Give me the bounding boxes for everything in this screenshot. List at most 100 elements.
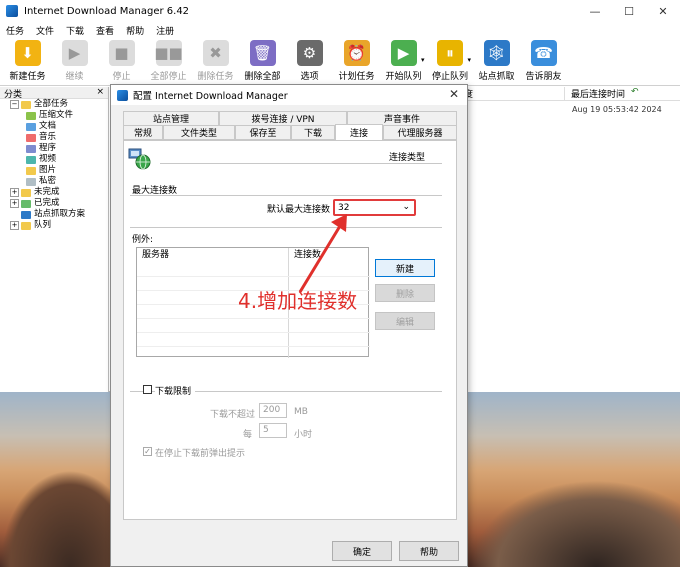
tab-dialup-vpn[interactable]: 拨号连接 / VPN <box>219 111 347 126</box>
table-row <box>137 332 370 333</box>
sidebar-item[interactable]: + 已完成 <box>0 198 108 209</box>
sidebar-title: 分类 <box>4 90 23 100</box>
sidebar-item[interactable]: 站点抓取方案 <box>0 209 108 220</box>
category-sidebar: 分类 × − 全部任务 压缩文件 文档 音乐 程序 视频 图片 私密 + 未完成 + 已完成 站点抓取方案… <box>0 87 109 392</box>
edit-exception-button[interactable]: 编辑 <box>375 312 435 330</box>
toolbar-button-stop-all[interactable]: ■■ 全部停止 <box>145 38 192 82</box>
sidebar-item[interactable]: 程序 <box>0 143 108 154</box>
collapse-icon[interactable]: − <box>10 100 19 109</box>
minimize-icon[interactable]: — <box>578 0 612 22</box>
sidebar-item[interactable]: − 全部任务 <box>0 99 108 110</box>
dropdown-arrow-icon[interactable]: ▾ <box>421 56 425 64</box>
menu-view[interactable]: 查看 <box>96 24 114 37</box>
toolbar-button-delete-all[interactable]: 🗑 删除全部 <box>239 38 286 82</box>
list-col-progress[interactable]: 度 <box>460 87 565 100</box>
every-label: 每 <box>243 430 253 440</box>
sidebar-item[interactable]: 私密 <box>0 176 108 187</box>
expand-icon[interactable]: + <box>10 221 19 230</box>
toolbar-button-label: 告诉朋友 <box>525 72 562 82</box>
toolbar-button-site-grabber[interactable]: 🕸 站点抓取 <box>473 38 520 82</box>
sidebar-item[interactable]: 音乐 <box>0 132 108 143</box>
toolbar-button-label: 站点抓取 <box>478 72 515 82</box>
warn-before-stop-label: 在停止下载前弹出提示 <box>155 449 246 459</box>
dropdown-arrow-icon[interactable]: ▾ <box>468 56 472 64</box>
sidebar-item[interactable]: 文档 <box>0 121 108 132</box>
toolbar-button-label: 计划任务 <box>338 72 375 82</box>
menu-file[interactable]: 文件 <box>36 24 54 37</box>
limit-hours-field[interactable]: 5 <box>259 423 287 438</box>
menu-help[interactable]: 帮助 <box>126 24 144 37</box>
warn-before-stop-checkbox[interactable]: ✓ <box>143 447 152 456</box>
toolbar-button-label: 新建任务 <box>9 72 46 82</box>
download-limit-checkbox[interactable] <box>143 385 152 394</box>
annotation-text: 4.增加连接数 <box>238 289 358 313</box>
expand-icon[interactable]: + <box>10 188 19 197</box>
close-icon[interactable]: ✕ <box>646 0 680 22</box>
toolbar-button-delete-task[interactable]: ✖ 删除任务 <box>192 38 239 82</box>
tab-connection[interactable]: 连接 <box>335 124 383 140</box>
max-connections-select[interactable]: 32 ⌄ <box>333 199 416 216</box>
sidebar-item[interactable]: + 队列 <box>0 220 108 231</box>
list-row-last-connect[interactable]: Aug 19 05:53:42 2024 <box>460 101 680 114</box>
toolbar-button-resume[interactable]: ▶ 继续 <box>51 38 98 82</box>
toolbar-button-stop[interactable]: ■ 停止 <box>98 38 145 82</box>
list-col-last-connect[interactable]: 最后连接时间 <box>565 87 625 100</box>
maximize-icon[interactable]: ☐ <box>612 0 646 22</box>
exceptions-divider <box>130 227 442 228</box>
sidebar-item[interactable]: + 未完成 <box>0 187 108 198</box>
toolbar-button-options-gear[interactable]: ⚙ 选项 <box>286 38 333 82</box>
toolbar-button-add-task[interactable]: ⬇ 新建任务 <box>4 38 51 82</box>
tab-save-to[interactable]: 保存至 <box>235 125 291 140</box>
menu-download[interactable]: 下载 <box>66 24 84 37</box>
toolbar-button-scheduler-clock[interactable]: ⏰ 计划任务 <box>333 38 380 82</box>
table-row <box>137 318 370 319</box>
tab-file-types[interactable]: 文件类型 <box>163 125 235 140</box>
add-task-icon: ⬇ <box>14 40 41 66</box>
toolbar-button-start-queue[interactable]: ▶ 开始队列 <box>380 38 427 82</box>
tab-site-manager[interactable]: 站点管理 <box>123 111 219 126</box>
hours-unit-label: 小时 <box>294 430 313 440</box>
delete-exception-button[interactable]: 删除 <box>375 284 435 302</box>
tell-friend-icon: ☎ <box>530 40 557 66</box>
help-button[interactable]: 帮助 <box>399 541 459 561</box>
tab-proxy[interactable]: 代理服务器 <box>383 125 457 140</box>
col-connections[interactable]: 连接数 <box>289 248 321 262</box>
sidebar-item-label: 全部任务 <box>34 99 69 109</box>
folder-icon <box>26 111 36 120</box>
dialog-titlebar: 配置 Internet Download Manager <box>111 85 467 105</box>
resume-icon: ▶ <box>61 40 88 66</box>
toolbar-button-label: 全部停止 <box>150 72 187 82</box>
folder-icon <box>21 210 31 219</box>
toolbar-button-stop-queue[interactable]: ⏸ 停止队列 <box>427 38 474 82</box>
tab-general[interactable]: 常规 <box>123 125 163 140</box>
toolbar-button-tell-friend[interactable]: ☎ 告诉朋友 <box>520 38 567 82</box>
col-server[interactable]: 服务器 <box>137 248 169 262</box>
expand-icon[interactable]: + <box>10 199 19 208</box>
toolbar-button-label: 开始队列 <box>385 72 422 82</box>
config-dialog: 配置 Internet Download Manager ✕ 站点管理 拨号连接… <box>110 84 468 567</box>
sidebar-item[interactable]: 压缩文件 <box>0 110 108 121</box>
menu-task[interactable]: 任务 <box>6 24 24 37</box>
folder-icon <box>26 155 36 164</box>
site-grabber-icon: 🕸 <box>483 40 510 66</box>
download-limit-label: 下载限制 <box>155 384 196 397</box>
default-max-connections-label: 默认最大连接数 <box>267 205 331 215</box>
menu-register[interactable]: 注册 <box>156 24 174 37</box>
conn-type-divider <box>160 163 442 164</box>
dialog-close-icon[interactable]: ✕ <box>449 87 459 101</box>
network-globe-icon <box>128 147 152 171</box>
delete-task-icon: ✖ <box>202 40 229 66</box>
tab-downloads[interactable]: 下载 <box>291 125 335 140</box>
limit-size-field[interactable]: 200 <box>259 403 287 418</box>
sidebar-item-label: 图片 <box>39 165 57 175</box>
table-row <box>137 346 370 347</box>
toolbar-button-label: 选项 <box>300 72 319 82</box>
download-list: 度 最后连接时间 ↶ Aug 19 05:53:42 2024 <box>460 87 680 392</box>
ok-button[interactable]: 确定 <box>332 541 392 561</box>
new-exception-button[interactable]: 新建 <box>375 259 435 277</box>
sidebar-item[interactable]: 图片 <box>0 165 108 176</box>
sidebar-item[interactable]: 视频 <box>0 154 108 165</box>
limit-not-exceed-label: 下载不超过 <box>210 410 256 420</box>
sidebar-close-icon[interactable]: × <box>96 87 104 98</box>
sidebar-item-label: 站点抓取方案 <box>34 209 86 219</box>
